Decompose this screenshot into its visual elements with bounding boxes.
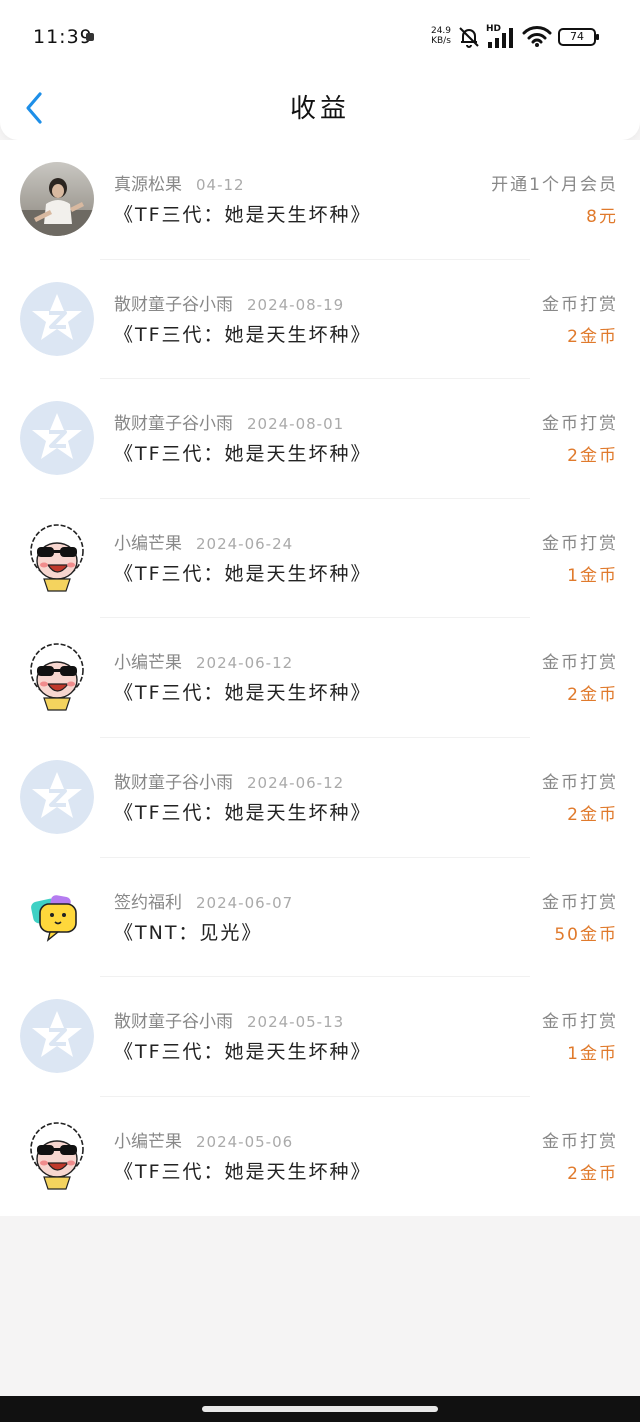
signal-icon xyxy=(488,28,513,48)
user-avatar[interactable] xyxy=(20,999,94,1074)
earning-date: 2024-06-24 xyxy=(196,534,294,553)
network-speed: 24.9 KB/s xyxy=(428,26,454,46)
page-title: 收益 xyxy=(289,94,350,124)
book-title: 《TF三代：她是天生坏种》 xyxy=(114,1160,372,1183)
status-time: 11:39 xyxy=(33,26,93,48)
earning-type: 金币打赏 xyxy=(542,294,618,315)
notification-icon xyxy=(86,33,94,41)
sender-name: 散财童子谷小雨 xyxy=(114,1012,233,1033)
mute-bell-icon xyxy=(459,27,479,48)
earning-row[interactable]: 散财童子谷小雨 2024-06-12 《TF三代：她是天生坏种》 金币打赏 2金币 xyxy=(0,738,640,858)
book-title: 《TF三代：她是天生坏种》 xyxy=(114,682,372,705)
sender-name: 真源松果 xyxy=(114,175,182,195)
battery-icon: 74 xyxy=(558,28,599,46)
book-title: 《TNT：见光》 xyxy=(114,921,263,944)
book-title: 《TF三代：她是天生坏种》 xyxy=(114,562,372,585)
network-speed-unit: KB/s xyxy=(431,36,451,46)
earning-row[interactable]: 散财童子谷小雨 2024-05-13 《TF三代：她是天生坏种》 金币打赏 1金币 xyxy=(0,977,640,1097)
earning-type: 开通1个月会员 xyxy=(491,175,618,195)
sender-name: 小编芒果 xyxy=(114,533,182,554)
user-avatar[interactable] xyxy=(20,879,94,954)
earning-amount: 50金币 xyxy=(554,924,618,945)
earning-amount: 2金币 xyxy=(567,685,618,706)
user-avatar[interactable] xyxy=(20,162,94,236)
sender-name: 散财童子谷小雨 xyxy=(114,294,233,315)
earning-row[interactable]: 散财童子谷小雨 2024-08-01 《TF三代：她是天生坏种》 金币打赏 2金币 xyxy=(0,379,640,499)
earning-type: 金币打赏 xyxy=(542,533,618,554)
earning-amount: 1金币 xyxy=(567,1044,618,1065)
earning-type: 金币打赏 xyxy=(542,1131,618,1152)
sender-name: 小编芒果 xyxy=(114,1131,182,1152)
book-title: 《TF三代：她是天生坏种》 xyxy=(114,443,372,466)
earnings-list: 真源松果 04-12 《TF三代：她是天生坏种》 开通1个月会员 8元散财童子谷小雨 20… xyxy=(0,140,640,1216)
earning-type: 金币打赏 xyxy=(542,414,618,435)
earning-amount: 1金币 xyxy=(567,565,618,586)
earning-row[interactable]: 签约福利 2024-06-07 《TNT：见光》 金币打赏 50金币 xyxy=(0,858,640,978)
earning-date: 2024-06-12 xyxy=(247,773,345,792)
earning-date: 2024-08-19 xyxy=(247,295,345,314)
earning-row[interactable]: 小编芒果 2024-06-24 《TF三代：她是天生坏种》 金币打赏 1金币 xyxy=(0,499,640,619)
status-bar: 11:39 24.9 KB/s HD 74 xyxy=(0,0,640,76)
sender-name: 散财童子谷小雨 xyxy=(114,772,233,793)
earning-row[interactable]: 小编芒果 2024-05-06 《TF三代：她是天生坏种》 金币打赏 2金币 xyxy=(0,1097,640,1217)
top-card: 11:39 24.9 KB/s HD 74 收益 xyxy=(0,0,640,140)
nav-bar: 收益 xyxy=(0,76,640,136)
earning-amount: 8元 xyxy=(586,207,618,227)
sender-name: 散财童子谷小雨 xyxy=(114,414,233,435)
earning-date: 2024-06-07 xyxy=(196,893,294,912)
sender-name: 小编芒果 xyxy=(114,653,182,674)
home-indicator[interactable] xyxy=(202,1406,438,1412)
sender-line: 散财童子谷小雨 2024-05-13 xyxy=(114,1007,344,1032)
earning-type: 金币打赏 xyxy=(542,1012,618,1033)
network-speed-value: 24.9 xyxy=(430,26,452,36)
earning-type: 金币打赏 xyxy=(542,653,618,674)
earning-type: 金币打赏 xyxy=(542,772,618,793)
sender-line: 散财童子谷小雨 2024-06-12 xyxy=(114,768,344,793)
earning-date: 2024-05-06 xyxy=(196,1132,294,1151)
sender-line: 散财童子谷小雨 2024-08-19 xyxy=(114,290,344,315)
wifi-icon xyxy=(522,26,552,47)
book-title: 《TF三代：她是天生坏种》 xyxy=(114,801,372,824)
sender-line: 真源松果 04-12 xyxy=(114,170,245,195)
earning-amount: 2金币 xyxy=(567,446,618,467)
user-avatar[interactable] xyxy=(20,281,94,356)
earning-amount: 2金币 xyxy=(567,1163,618,1184)
earning-type: 金币打赏 xyxy=(542,892,618,913)
user-avatar[interactable] xyxy=(20,401,94,476)
earning-amount: 2金币 xyxy=(567,326,618,347)
earning-row[interactable]: 小编芒果 2024-06-12 《TF三代：她是天生坏种》 金币打赏 2金币 xyxy=(0,618,640,738)
earning-date: 04-12 xyxy=(196,176,245,194)
sender-line: 小编芒果 2024-06-12 xyxy=(114,648,293,673)
sender-line: 签约福利 2024-06-07 xyxy=(114,888,293,913)
book-title: 《TF三代：她是天生坏种》 xyxy=(114,204,372,226)
sender-line: 小编芒果 2024-05-06 xyxy=(114,1127,293,1152)
sender-name: 签约福利 xyxy=(114,892,182,913)
earning-amount: 2金币 xyxy=(567,804,618,825)
user-avatar[interactable] xyxy=(20,759,94,834)
book-title: 《TF三代：她是天生坏种》 xyxy=(114,323,372,346)
book-title: 《TF三代：她是天生坏种》 xyxy=(114,1041,372,1064)
user-avatar[interactable] xyxy=(20,1118,94,1193)
system-navigation-bar xyxy=(0,1396,640,1422)
user-avatar[interactable] xyxy=(20,520,94,595)
sender-line: 小编芒果 2024-06-24 xyxy=(114,529,293,554)
earning-date: 2024-06-12 xyxy=(196,654,294,673)
sender-line: 散财童子谷小雨 2024-08-01 xyxy=(114,409,344,434)
earning-row[interactable]: 散财童子谷小雨 2024-08-19 《TF三代：她是天生坏种》 金币打赏 2金币 xyxy=(0,260,640,380)
earning-row[interactable]: 真源松果 04-12 《TF三代：她是天生坏种》 开通1个月会员 8元 xyxy=(0,140,640,260)
user-avatar[interactable] xyxy=(20,640,94,715)
earning-date: 2024-08-01 xyxy=(247,415,345,434)
earning-date: 2024-05-13 xyxy=(247,1013,345,1032)
